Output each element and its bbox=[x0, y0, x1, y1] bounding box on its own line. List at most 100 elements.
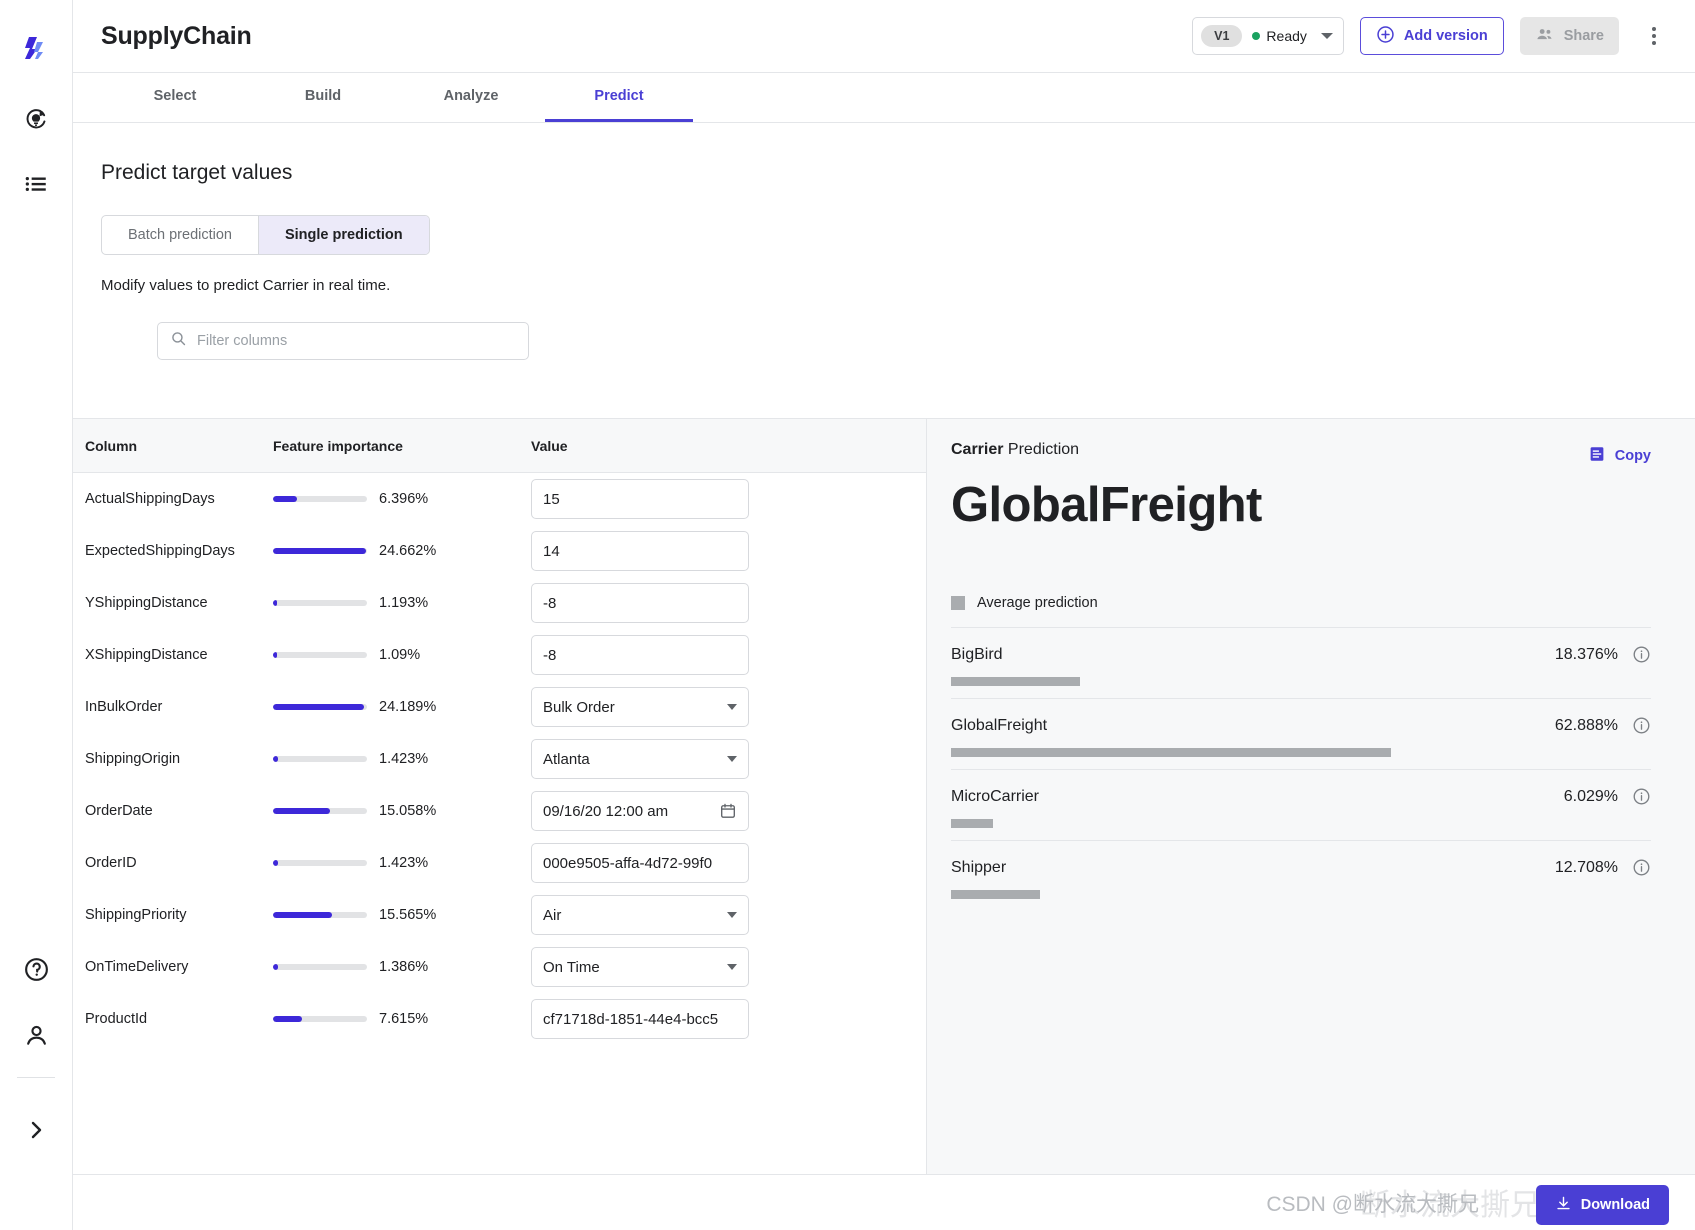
importance-percent-label: 1.386% bbox=[379, 959, 429, 975]
cell-feature-importance: 15.058% bbox=[273, 803, 531, 819]
prediction-class-row: BigBird 18.376% bbox=[951, 627, 1651, 698]
chevron-down-icon bbox=[1320, 33, 1333, 39]
selected-option-label: Bulk Order bbox=[543, 698, 615, 716]
importance-bar-track bbox=[273, 1016, 367, 1022]
importance-bar-track bbox=[273, 496, 367, 502]
rail-bottom-group bbox=[14, 925, 58, 1230]
value-date-orderdate[interactable]: 09/16/20 12:00 am bbox=[531, 791, 749, 831]
filter-columns-field[interactable] bbox=[157, 322, 529, 360]
cell-feature-importance: 1.09% bbox=[273, 647, 531, 663]
topbar-actions: V1 Ready Add version Share bbox=[1192, 17, 1669, 55]
cell-column-name: InBulkOrder bbox=[85, 699, 163, 715]
cell-value bbox=[531, 583, 926, 623]
cell-value: Air bbox=[531, 895, 926, 935]
importance-bar-track bbox=[273, 860, 367, 866]
value-input[interactable] bbox=[543, 490, 737, 508]
value-select-ontimedelivery[interactable]: On Time bbox=[531, 947, 749, 987]
prediction-class-header: GlobalFreight 62.888% bbox=[951, 716, 1651, 735]
rail-item-list-icon[interactable] bbox=[14, 162, 58, 206]
search-input[interactable] bbox=[197, 333, 516, 349]
value-text-expectedshippingdays[interactable] bbox=[531, 531, 749, 571]
chevron-down-icon bbox=[727, 756, 737, 762]
importance-percent-label: 24.189% bbox=[379, 699, 437, 715]
tab-build[interactable]: Build bbox=[249, 73, 397, 122]
more-options-icon[interactable] bbox=[1639, 19, 1669, 53]
importance-bar-fill bbox=[273, 756, 279, 762]
cell-column-name: ActualShippingDays bbox=[85, 491, 215, 507]
cell-feature-importance: 15.565% bbox=[273, 907, 531, 923]
info-icon[interactable] bbox=[1632, 645, 1651, 664]
table-header-row: Column Feature importance Value bbox=[73, 419, 926, 473]
value-select-inbulkorder[interactable]: Bulk Order bbox=[531, 687, 749, 727]
value-input[interactable] bbox=[543, 1010, 737, 1028]
people-icon bbox=[1535, 24, 1555, 48]
version-selector[interactable]: V1 Ready bbox=[1192, 17, 1344, 55]
cell-value: On Time bbox=[531, 947, 926, 987]
header-column: Column bbox=[85, 437, 138, 454]
info-icon[interactable] bbox=[1632, 858, 1651, 877]
value-text-xshippingdistance[interactable] bbox=[531, 635, 749, 675]
prediction-bar-fill bbox=[951, 819, 994, 828]
prediction-bar-fill bbox=[951, 748, 1392, 757]
table-row: ShippingOrigin 1.423% Atlanta bbox=[73, 733, 926, 785]
calendar-icon[interactable] bbox=[719, 802, 737, 820]
tab-predict[interactable]: Predict bbox=[545, 73, 693, 122]
value-select-shippingorigin[interactable]: Atlanta bbox=[531, 739, 749, 779]
add-version-button[interactable]: Add version bbox=[1359, 17, 1504, 55]
value-select-shippingpriority[interactable]: Air bbox=[531, 895, 749, 935]
value-text-productid[interactable] bbox=[531, 999, 749, 1039]
chevron-down-icon bbox=[727, 912, 737, 918]
importance-percent-label: 1.193% bbox=[379, 595, 429, 611]
info-icon[interactable] bbox=[1632, 716, 1651, 735]
value-input[interactable] bbox=[543, 594, 737, 612]
importance-bar-track bbox=[273, 808, 367, 814]
importance-percent-label: 1.09% bbox=[379, 647, 421, 663]
cell-value: 09/16/20 12:00 am bbox=[531, 791, 926, 831]
topbar: SupplyChain V1 Ready Add version Share bbox=[73, 0, 1695, 73]
importance-percent-label: 1.423% bbox=[379, 751, 429, 767]
plus-circle-icon bbox=[1376, 25, 1395, 48]
cell-value: Bulk Order bbox=[531, 687, 926, 727]
cell-value bbox=[531, 479, 926, 519]
value-text-yshippingdistance[interactable] bbox=[531, 583, 749, 623]
help-icon[interactable] bbox=[14, 947, 58, 991]
download-button[interactable]: Download bbox=[1535, 1185, 1669, 1225]
rail-divider bbox=[17, 1077, 55, 1078]
value-input[interactable] bbox=[543, 854, 737, 872]
table-body: ActualShippingDays 6.396% ExpectedShipping… bbox=[73, 473, 926, 1045]
watermark-text: CSDN @断水流大撕兄 bbox=[1266, 1193, 1479, 1216]
rail-item-models-icon[interactable] bbox=[14, 96, 58, 140]
prediction-class-row: GlobalFreight 62.888% bbox=[951, 698, 1651, 769]
share-label: Share bbox=[1563, 28, 1604, 44]
prediction-class-percent: 6.029% bbox=[1563, 787, 1618, 805]
prediction-mode-toggle: Batch prediction Single prediction bbox=[101, 215, 430, 255]
tab-select[interactable]: Select bbox=[101, 73, 249, 122]
cell-feature-importance: 1.386% bbox=[273, 959, 531, 975]
header-feature-importance: Feature importance bbox=[273, 437, 403, 454]
cell-column-name: XShippingDistance bbox=[85, 647, 208, 663]
expand-sidebar-icon[interactable] bbox=[14, 1108, 58, 1152]
copy-button[interactable]: Copy bbox=[1588, 441, 1651, 467]
tab-analyze[interactable]: Analyze bbox=[397, 73, 545, 122]
value-input[interactable] bbox=[543, 542, 737, 560]
batch-prediction-option[interactable]: Batch prediction bbox=[102, 216, 258, 254]
info-icon[interactable] bbox=[1632, 787, 1651, 806]
prediction-title-suffix: Prediction bbox=[1003, 441, 1080, 458]
single-prediction-option[interactable]: Single prediction bbox=[257, 216, 429, 254]
prediction-bar-track bbox=[951, 748, 1651, 757]
table-row: ExpectedShippingDays 24.662% bbox=[73, 525, 926, 577]
download-icon bbox=[1555, 1195, 1572, 1216]
prediction-class-list: BigBird 18.376% GlobalFreight 62.888% MicroC… bbox=[951, 627, 1651, 911]
app-root: SupplyChain V1 Ready Add version Share S… bbox=[0, 0, 1695, 1230]
cell-value bbox=[531, 635, 926, 675]
cell-column-name: ExpectedShippingDays bbox=[85, 543, 235, 559]
prediction-title: Carrier Prediction bbox=[951, 441, 1079, 459]
app-logo-icon[interactable] bbox=[21, 22, 51, 74]
date-value-label: 09/16/20 12:00 am bbox=[543, 802, 669, 820]
cell-column-name: ProductId bbox=[85, 1011, 148, 1027]
value-text-actualshippingdays[interactable] bbox=[531, 479, 749, 519]
value-text-orderid[interactable] bbox=[531, 843, 749, 883]
prediction-class-name: GlobalFreight bbox=[951, 716, 1048, 734]
account-icon[interactable] bbox=[14, 1013, 58, 1057]
value-input[interactable] bbox=[543, 646, 737, 664]
